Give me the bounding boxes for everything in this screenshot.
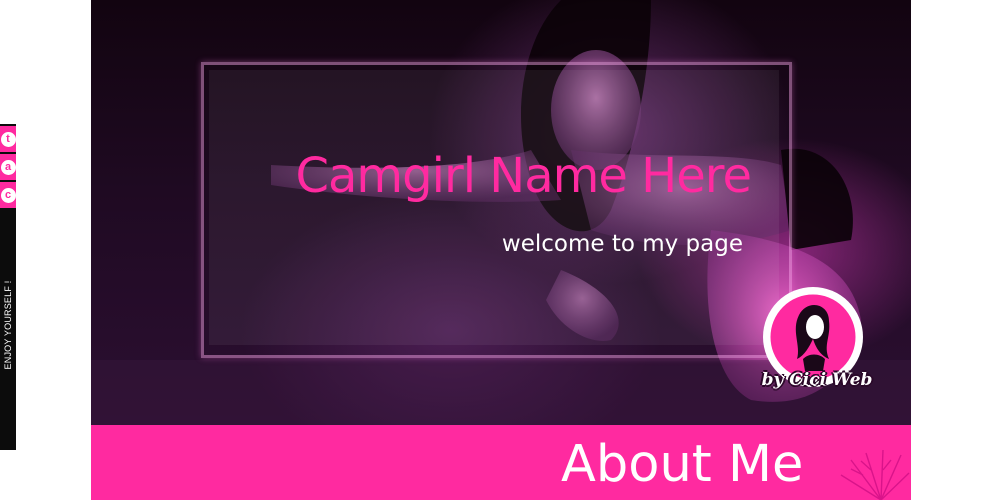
twitter-link[interactable]: t: [0, 126, 16, 152]
sidebar-tagline: ENJOY YOURSELF !: [3, 280, 13, 370]
palm-leaf-decoration: [840, 449, 910, 500]
twitter-icon: t: [0, 131, 16, 147]
hero-title: Camgirl Name Here: [295, 148, 752, 204]
hero-banner: Camgirl Name Here welcome to my page by …: [91, 0, 911, 425]
chaturbate-icon: c: [0, 187, 16, 203]
about-section-header: About Me: [91, 425, 911, 500]
hero-frame: [201, 62, 792, 358]
amazon-icon: a: [0, 159, 16, 175]
chaturbate-link[interactable]: c: [0, 182, 16, 208]
logo-caption: by Cici Web: [761, 370, 873, 390]
hero-subtitle: welcome to my page: [501, 231, 743, 257]
amazon-link[interactable]: a: [0, 154, 16, 180]
